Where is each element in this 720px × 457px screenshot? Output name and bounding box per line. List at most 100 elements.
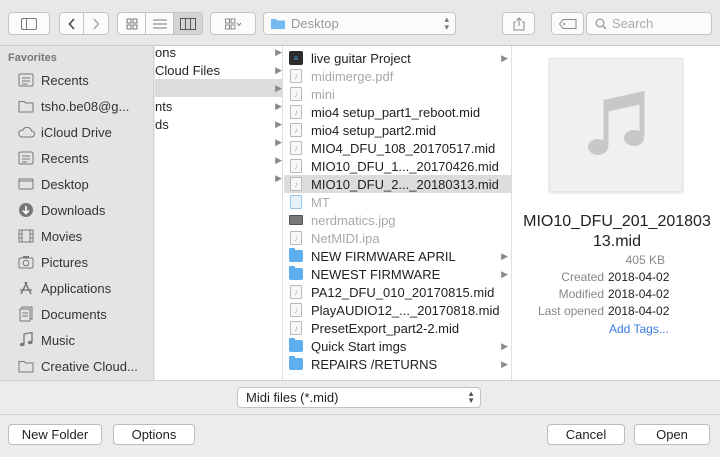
file-name: NEWEST FIRMWARE [311,266,441,282]
folder-icon [17,98,35,114]
icon-view-button[interactable] [118,13,146,34]
document-icon: ♪ [289,123,303,137]
file-row[interactable]: REPAIRS /RETURNS ▶ [284,355,511,373]
file-row[interactable]: ♪ PlayAUDIO12_..._20170818.mid [284,301,511,319]
location-popup[interactable]: Desktop ▴ ▾ [263,12,456,35]
open-button[interactable]: Open [634,424,710,445]
preview-file-size: 405 KB [625,253,665,267]
file-row[interactable]: ♪ MIO10_DFU_1..._20170426.mid [284,157,511,175]
sidebar-toggle-button[interactable] [8,12,50,35]
meta-last-opened: Last opened 2018-04-02 [537,304,670,318]
column-row[interactable]: nts ▶ [155,97,282,115]
cloud-icon [17,124,35,140]
chevron-right-icon [93,17,100,30]
camera-icon [17,254,35,270]
documents-icon [17,306,35,322]
column-view-icon [180,17,196,30]
column-row[interactable]: ▶ [155,169,282,187]
applications-icon [17,280,35,296]
document-icon: ♪ [289,159,303,173]
chevron-right-icon: ▶ [501,268,508,279]
file-row[interactable]: MT [284,193,511,211]
file-browser: ons ▶ Cloud Files ▶ ▶ nts ▶ ds ▶ ▶ ▶ ▶ ≡ live… [155,46,720,380]
column-row[interactable]: ▶ [155,151,282,169]
column-row[interactable]: ds ▶ [155,115,282,133]
tag-icon [558,18,576,29]
file-row[interactable]: ♪ MIO4_DFU_108_20170517.mid [284,139,511,157]
sidebar-item-label: Documents [41,306,107,322]
back-button[interactable] [60,13,84,34]
navigation-buttons [59,12,109,35]
image-file-icon [289,213,303,227]
recents-icon [17,72,35,88]
column-row[interactable]: Cloud Files ▶ [155,61,282,79]
sidebar-item-desktop[interactable]: Desktop [0,171,153,197]
music-note-icon [588,90,645,155]
location-label: Desktop [291,16,339,31]
file-row[interactable]: ≡ live guitar Project ▶ [284,49,511,67]
sidebar-item-documents[interactable]: Documents [0,301,153,327]
options-button[interactable]: Options [113,424,195,445]
sidebar-item-movies[interactable]: Movies [0,223,153,249]
search-field[interactable] [586,12,712,35]
sidebar-item-recents-2[interactable]: Recents [0,145,153,171]
search-icon [595,18,607,29]
file-thumbnail [549,58,683,192]
list-view-button[interactable] [146,13,174,34]
file-row[interactable]: ♪ mini [284,85,511,103]
sidebar-item-label: iCloud Drive [41,124,112,140]
file-name: NetMIDI.ipa [311,230,380,246]
file-row[interactable]: NEW FIRMWARE APRIL ▶ [284,247,511,265]
sidebar-item-label: tsho.be08@g... [41,98,130,114]
file-row[interactable]: ♪ mio4 setup_part2.mid [284,121,511,139]
sidebar-item-label: Desktop [41,176,89,192]
cancel-button[interactable]: Cancel [547,424,625,445]
add-tags-link[interactable]: Add Tags... [609,322,669,336]
column-parent: ons ▶ Cloud Files ▶ ▶ nts ▶ ds ▶ ▶ ▶ ▶ [155,46,283,380]
file-type-select[interactable]: Midi files (*.mid) ▲ ▼ [237,387,481,408]
file-row[interactable]: nerdmatics.jpg [284,211,511,229]
sidebar-item-label: Recents [41,150,89,166]
meta-modified: Modified 2018-04-02 [558,287,670,301]
file-row[interactable]: ♪ mio4 setup_part1_reboot.mid [284,103,511,121]
file-row[interactable]: Quick Start imgs ▶ [284,337,511,355]
column-files: ≡ live guitar Project ▶ ♪ midimerge.pdf ♪ mini… [284,46,512,380]
file-name: Quick Start imgs [311,338,407,354]
sidebar-item-icloud-drive[interactable]: iCloud Drive [0,119,153,145]
file-row-selected[interactable]: ♪ MIO10_DFU_2..._20180313.mid [284,175,511,193]
preview-pane: MIO10_DFU_201_20180313.mid 405 KB Create… [513,46,720,380]
document-icon: ♪ [289,141,303,155]
file-row[interactable]: ♪ PresetExport_part2-2.mid [284,319,511,337]
tag-button[interactable] [551,12,584,35]
file-row[interactable]: ♪ NetMIDI.ipa [284,229,511,247]
file-row[interactable]: ♪ midimerge.pdf [284,67,511,85]
sidebar-item-recents[interactable]: Recents [0,67,153,93]
view-mode-segmented [117,12,203,35]
arrange-button[interactable] [210,12,256,35]
column-row[interactable]: ons ▶ [155,46,282,61]
search-input[interactable] [612,16,704,31]
sidebar-item-downloads[interactable]: Downloads [0,197,153,223]
sidebar-item-account-folder[interactable]: tsho.be08@g... [0,93,153,119]
desktop-icon [17,176,35,192]
forward-button[interactable] [84,13,108,34]
sidebar-item-creative-cloud[interactable]: Creative Cloud... [0,353,153,379]
folder-icon [271,19,285,29]
file-row[interactable]: NEWEST FIRMWARE ▶ [284,265,511,283]
file-row[interactable]: ♪ PA12_DFU_010_20170815.mid [284,283,511,301]
sidebar-item-music[interactable]: Music [0,327,153,353]
column-row-selected[interactable]: ▶ [155,79,282,97]
dialog-buttons: New Folder Options Cancel Open [0,414,720,457]
sidebar-item-pictures[interactable]: Pictures [0,249,153,275]
column-row[interactable]: ▶ [155,133,282,151]
document-icon: ♪ [289,285,303,299]
column-view-button[interactable] [174,13,202,34]
new-folder-button[interactable]: New Folder [8,424,102,445]
document-icon: ♪ [289,321,303,335]
share-button[interactable] [502,12,535,35]
chevron-right-icon: ▶ [501,52,508,63]
chevron-right-icon: ▶ [275,46,282,57]
sidebar-item-applications[interactable]: Applications [0,275,153,301]
folder-icon [289,356,303,371]
file-type-value: Midi files (*.mid) [246,390,339,405]
